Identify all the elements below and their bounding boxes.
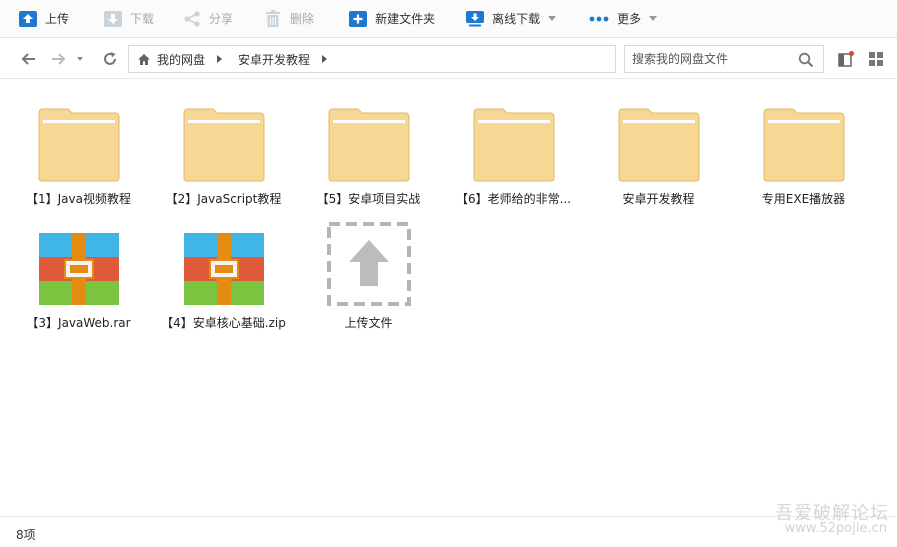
more-dots-icon <box>588 9 610 29</box>
history-dropdown[interactable] <box>73 49 87 69</box>
file-name: 【1】Java视频教程 <box>26 192 131 206</box>
archive-icon <box>38 233 119 305</box>
search-input[interactable] <box>625 46 795 72</box>
share-label: 分享 <box>209 12 234 26</box>
new-folder-icon <box>348 9 368 29</box>
folder-icon <box>473 108 554 182</box>
file-name: 【4】安卓核心基础.zip <box>161 316 286 330</box>
more-label: 更多 <box>617 12 642 26</box>
search-box <box>624 45 824 73</box>
file-name: 【5】安卓项目实战 <box>316 192 421 206</box>
address-bar: 我的网盘 安卓开发教程 <box>0 39 897 79</box>
arrow-right-icon <box>52 53 66 65</box>
breadcrumb-root[interactable]: 我的网盘 <box>157 51 205 68</box>
file-item[interactable]: 安卓开发教程 <box>586 94 731 207</box>
share-icon <box>182 9 202 29</box>
file-name: 安卓开发教程 <box>622 192 695 206</box>
file-item[interactable]: 【4】安卓核心基础.zip <box>151 218 296 331</box>
download-icon <box>103 9 123 29</box>
folder-icon <box>618 108 699 182</box>
detail-view-button[interactable] <box>838 51 854 67</box>
toolbar: 上传 下载 分享 删除 新建文件夹 离线下载 更多 <box>0 0 897 38</box>
item-count: 8项 <box>16 528 36 542</box>
file-item[interactable]: 【2】JavaScript教程 <box>151 94 296 207</box>
status-bar: 8项 吾爱破解论坛 www.52pojie.cn <box>0 503 897 547</box>
watermark-url: www.52pojie.cn <box>784 521 887 536</box>
new-folder-label: 新建文件夹 <box>375 12 436 26</box>
new-folder-button[interactable]: 新建文件夹 <box>326 0 447 38</box>
refresh-button[interactable] <box>100 49 120 69</box>
upload-icon <box>18 9 38 29</box>
chevron-down-icon <box>649 16 658 21</box>
delete-label: 删除 <box>290 12 315 26</box>
back-button[interactable] <box>18 49 38 69</box>
folder-icon <box>38 108 119 182</box>
upload-placeholder[interactable]: 上传文件 <box>296 218 441 331</box>
upload-label: 上传文件 <box>344 316 393 330</box>
archive-icon <box>183 233 264 305</box>
file-grid: 【1】Java视频教程 【2】JavaScript教程 【5】安卓项目实战 【6… <box>0 80 897 516</box>
grid-view-button[interactable] <box>868 51 884 67</box>
file-name: 【2】JavaScript教程 <box>165 192 282 206</box>
panel-view-icon <box>838 51 854 67</box>
folder-icon <box>763 108 844 182</box>
chevron-right-icon[interactable] <box>322 55 328 63</box>
file-item[interactable]: 【5】安卓项目实战 <box>296 94 441 207</box>
offline-download-button[interactable]: 离线下载 <box>447 0 568 38</box>
file-name: 【6】老师给的非常... <box>455 192 572 206</box>
chevron-right-icon <box>217 55 223 63</box>
file-item[interactable]: 【3】JavaWeb.rar <box>6 218 151 331</box>
chevron-down-icon <box>77 57 83 61</box>
search-icon[interactable] <box>798 52 814 68</box>
forward-button[interactable] <box>49 49 69 69</box>
share-button[interactable]: 分享 <box>166 0 245 38</box>
offline-download-icon <box>465 9 485 29</box>
offline-download-label: 离线下载 <box>492 12 541 26</box>
home-icon[interactable] <box>137 53 151 66</box>
upload-button[interactable]: 上传 <box>0 0 81 38</box>
file-item[interactable]: 专用EXE播放器 <box>731 94 876 207</box>
download-label: 下载 <box>130 12 155 26</box>
upload-label: 上传 <box>45 12 70 26</box>
folder-icon <box>183 108 264 182</box>
download-button[interactable]: 下载 <box>81 0 166 38</box>
more-button[interactable]: 更多 <box>568 0 669 38</box>
file-item[interactable]: 【6】老师给的非常... <box>441 94 586 207</box>
upload-arrow-icon <box>326 222 411 306</box>
file-name: 专用EXE播放器 <box>761 192 846 206</box>
breadcrumb: 我的网盘 安卓开发教程 <box>128 45 616 73</box>
delete-button[interactable]: 删除 <box>245 0 326 38</box>
file-name: 【3】JavaWeb.rar <box>26 316 131 330</box>
refresh-icon <box>104 52 116 65</box>
folder-icon <box>328 108 409 182</box>
breadcrumb-current[interactable]: 安卓开发教程 <box>238 51 310 68</box>
arrow-left-icon <box>21 53 35 65</box>
file-item[interactable]: 【1】Java视频教程 <box>6 94 151 207</box>
chevron-down-icon <box>548 16 557 21</box>
trash-icon <box>263 9 283 29</box>
grid-view-icon <box>869 52 883 66</box>
